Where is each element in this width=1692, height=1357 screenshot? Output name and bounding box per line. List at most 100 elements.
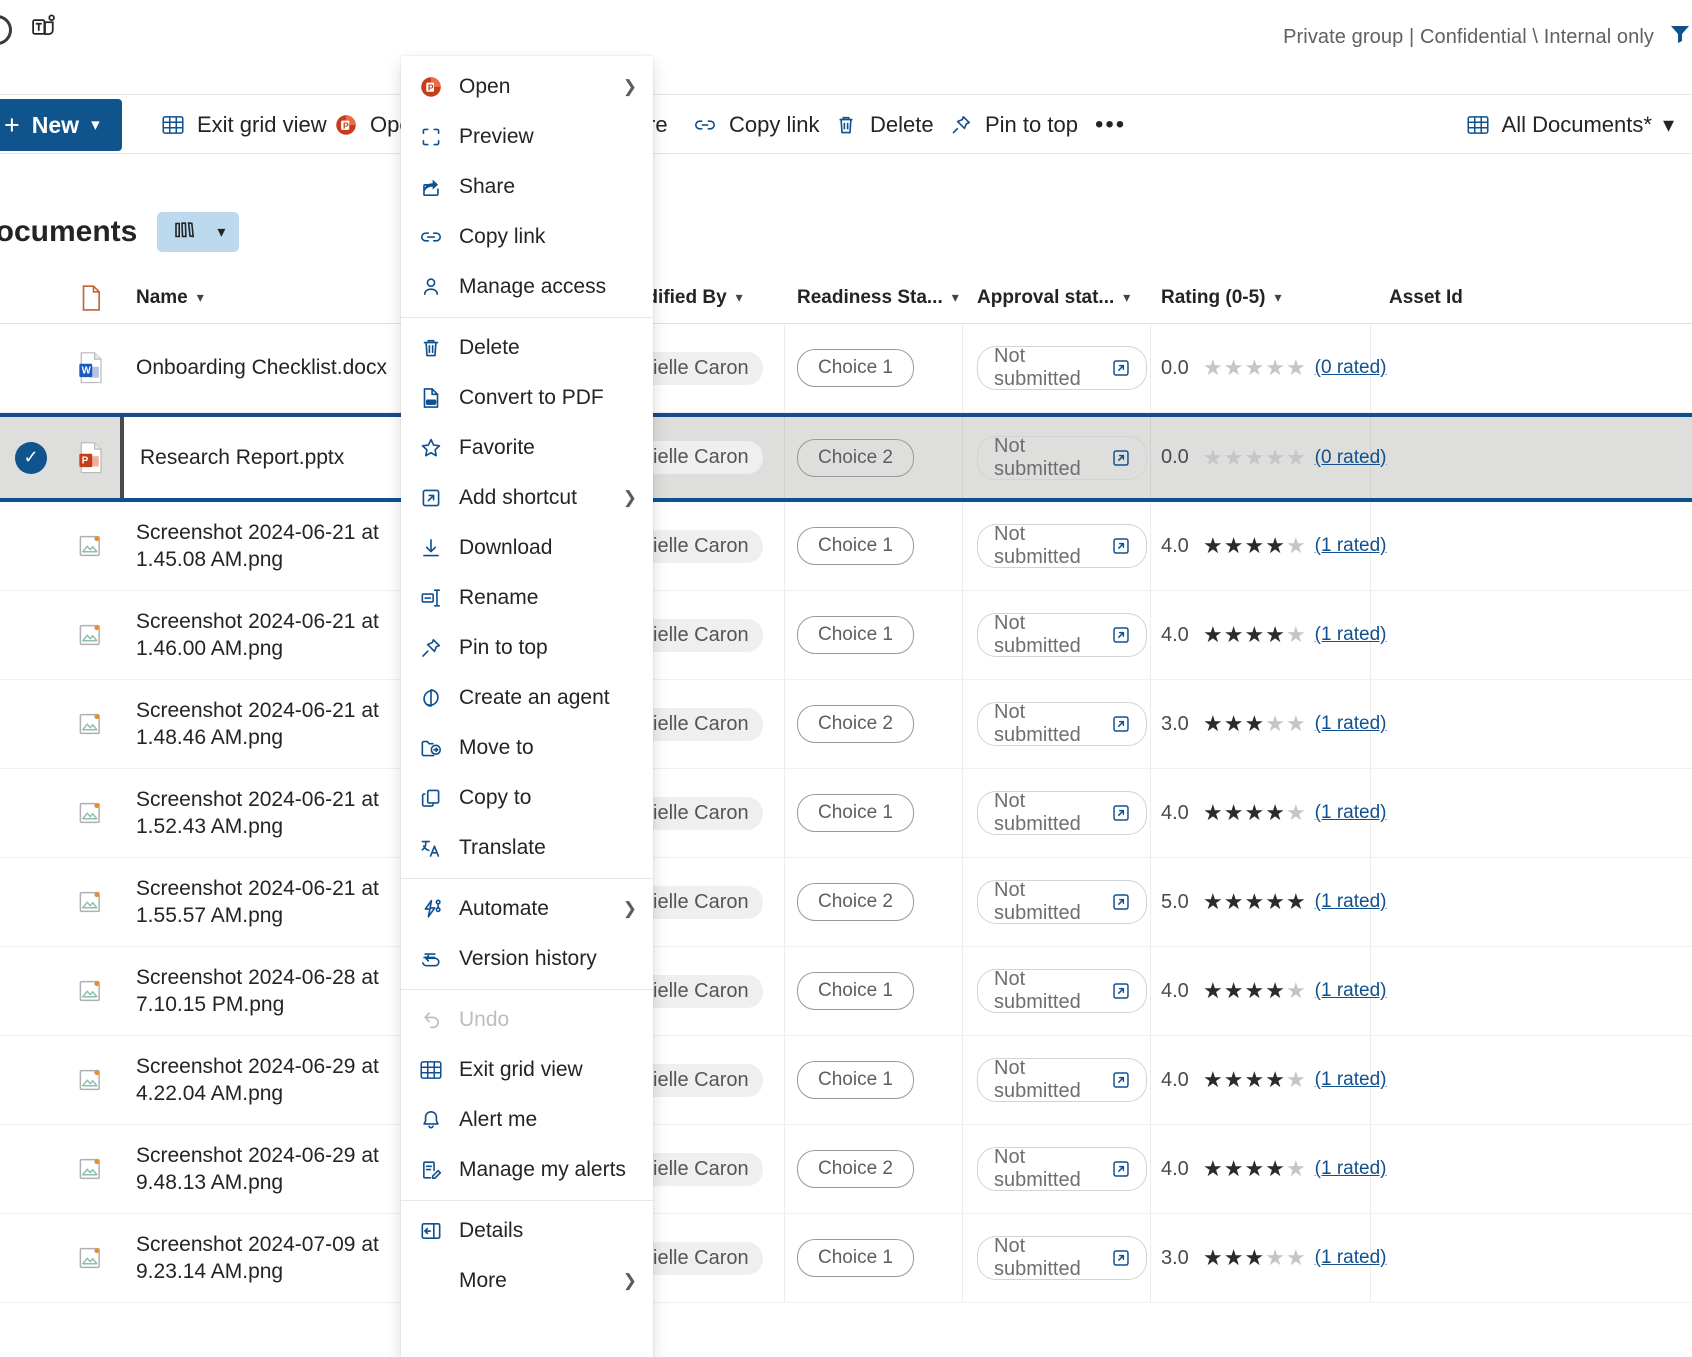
menu-item-preview[interactable]: Preview bbox=[401, 112, 653, 162]
table-row[interactable]: Screenshot 2024-06-29 at 4.22.04 AM.png2… bbox=[0, 1036, 1692, 1125]
table-row[interactable]: Screenshot 2024-07-09 at 9.23.14 AM.png2… bbox=[0, 1214, 1692, 1303]
star-rating-icon[interactable]: ★★★★★ bbox=[1203, 622, 1307, 648]
readiness-status-cell[interactable]: Choice 1 bbox=[785, 591, 963, 679]
pin-to-top-button[interactable]: Pin to top bbox=[948, 103, 1078, 147]
asset-id-cell[interactable] bbox=[1371, 769, 1671, 857]
approval-status-cell[interactable]: Not submitted bbox=[963, 417, 1151, 498]
teams-icon[interactable] bbox=[30, 12, 60, 47]
row-select-checkbox[interactable] bbox=[0, 680, 62, 768]
row-select-checkbox[interactable] bbox=[0, 1125, 62, 1213]
approval-status-cell[interactable]: Not submitted bbox=[963, 769, 1151, 857]
menu-item-pin-to-top[interactable]: Pin to top bbox=[401, 623, 653, 673]
row-select-checkbox[interactable] bbox=[0, 947, 62, 1035]
menu-item-add-shortcut[interactable]: Add shortcut ❯ bbox=[401, 473, 653, 523]
approval-status-cell[interactable]: Not submitted bbox=[963, 502, 1151, 590]
star-rating-icon[interactable]: ★★★★★ bbox=[1203, 355, 1307, 381]
row-select-checkbox[interactable] bbox=[0, 324, 62, 412]
menu-item-version-history[interactable]: Version history bbox=[401, 934, 653, 984]
approval-status-cell[interactable]: Not submitted bbox=[963, 1214, 1151, 1302]
row-select-checkbox[interactable] bbox=[0, 591, 62, 679]
asset-id-cell[interactable] bbox=[1371, 324, 1671, 412]
readiness-status-cell[interactable]: Choice 1 bbox=[785, 1214, 963, 1302]
menu-item-details[interactable]: Details bbox=[401, 1206, 653, 1256]
approval-status-cell[interactable]: Not submitted bbox=[963, 324, 1151, 412]
approval-status-cell[interactable]: Not submitted bbox=[963, 591, 1151, 679]
star-rating-icon[interactable]: ★★★★★ bbox=[1203, 533, 1307, 559]
open-external-icon[interactable] bbox=[1110, 1069, 1132, 1091]
open-external-icon[interactable] bbox=[1110, 1247, 1132, 1269]
open-external-icon[interactable] bbox=[1110, 802, 1132, 824]
star-rating-icon[interactable]: ★★★★★ bbox=[1203, 1067, 1307, 1093]
readiness-status-cell[interactable]: Choice 1 bbox=[785, 947, 963, 1035]
asset-id-cell[interactable] bbox=[1371, 502, 1671, 590]
table-row[interactable]: Screenshot 2024-06-21 at 1.52.43 AM.png2… bbox=[0, 769, 1692, 858]
column-header-readiness[interactable]: Readiness Sta... ▾ bbox=[785, 287, 963, 309]
open-external-icon[interactable] bbox=[1110, 447, 1132, 469]
menu-item-create-an-agent[interactable]: Create an agent bbox=[401, 673, 653, 723]
menu-item-translate[interactable]: Translate bbox=[401, 823, 653, 873]
file-name-cell[interactable]: Screenshot 2024-06-29 at 9.48.13 AM.png bbox=[120, 1125, 430, 1213]
rating-cell[interactable]: 0.0 ★★★★★ (0 rated) bbox=[1151, 417, 1386, 498]
file-name-cell[interactable]: Screenshot 2024-06-21 at 1.46.00 AM.png bbox=[120, 591, 430, 679]
app-launcher-icon[interactable] bbox=[0, 14, 12, 45]
asset-id-cell[interactable] bbox=[1371, 1214, 1671, 1302]
approval-status-cell[interactable]: Not submitted bbox=[963, 947, 1151, 1035]
file-name-cell[interactable]: Screenshot 2024-06-21 at 1.48.46 AM.png bbox=[120, 680, 430, 768]
menu-item-exit-grid-view[interactable]: Exit grid view bbox=[401, 1045, 653, 1095]
approval-status-cell[interactable]: Not submitted bbox=[963, 1125, 1151, 1213]
rating-cell[interactable]: 4.0 ★★★★★ (1 rated) bbox=[1151, 591, 1386, 679]
new-button[interactable]: + New ▾ bbox=[0, 99, 122, 151]
delete-button[interactable]: Delete bbox=[833, 103, 934, 147]
rating-cell[interactable]: 3.0 ★★★★★ (1 rated) bbox=[1151, 680, 1386, 768]
row-select-checkbox[interactable] bbox=[0, 502, 62, 590]
file-name-cell[interactable]: Screenshot 2024-06-29 at 4.22.04 AM.png bbox=[120, 1036, 430, 1124]
star-rating-icon[interactable]: ★★★★★ bbox=[1203, 445, 1307, 471]
rating-cell[interactable]: 0.0 ★★★★★ (0 rated) bbox=[1151, 324, 1386, 412]
menu-item-favorite[interactable]: Favorite bbox=[401, 423, 653, 473]
file-name-cell[interactable]: Screenshot 2024-06-21 at 1.45.08 AM.png bbox=[120, 502, 430, 590]
asset-id-cell[interactable] bbox=[1371, 1036, 1671, 1124]
rating-cell[interactable]: 4.0 ★★★★★ (1 rated) bbox=[1151, 769, 1386, 857]
readiness-status-cell[interactable]: Choice 1 bbox=[785, 324, 963, 412]
star-rating-icon[interactable]: ★★★★★ bbox=[1203, 978, 1307, 1004]
open-external-icon[interactable] bbox=[1110, 891, 1132, 913]
open-external-icon[interactable] bbox=[1110, 1158, 1132, 1180]
star-rating-icon[interactable]: ★★★★★ bbox=[1203, 711, 1307, 737]
asset-id-cell[interactable] bbox=[1371, 591, 1671, 679]
view-switcher-button[interactable]: All Documents* ▾ bbox=[1465, 103, 1674, 147]
readiness-status-cell[interactable]: Choice 2 bbox=[785, 417, 963, 498]
table-row[interactable]: Screenshot 2024-06-21 at 1.46.00 AM.png2… bbox=[0, 591, 1692, 680]
rating-cell[interactable]: 4.0 ★★★★★ (1 rated) bbox=[1151, 502, 1386, 590]
readiness-status-cell[interactable]: Choice 1 bbox=[785, 1036, 963, 1124]
approval-status-cell[interactable]: Not submitted bbox=[963, 1036, 1151, 1124]
filter-icon[interactable] bbox=[1668, 22, 1692, 52]
menu-item-open[interactable]: P Open ❯ bbox=[401, 62, 653, 112]
row-select-checkbox[interactable] bbox=[0, 769, 62, 857]
open-external-icon[interactable] bbox=[1110, 535, 1132, 557]
table-row[interactable]: Screenshot 2024-06-21 at 1.48.46 AM.png2… bbox=[0, 680, 1692, 769]
asset-id-cell[interactable] bbox=[1371, 1125, 1671, 1213]
table-row[interactable]: WOnboarding Checklist.docxe agoArielle C… bbox=[0, 324, 1692, 413]
rating-cell[interactable]: 4.0 ★★★★★ (1 rated) bbox=[1151, 1125, 1386, 1213]
readiness-status-cell[interactable]: Choice 1 bbox=[785, 769, 963, 857]
menu-item-rename[interactable]: Rename bbox=[401, 573, 653, 623]
file-name-cell[interactable]: Onboarding Checklist.docx bbox=[120, 324, 430, 412]
file-name-cell[interactable]: Screenshot 2024-06-28 at 7.10.15 PM.png bbox=[120, 947, 430, 1035]
menu-item-copy-to[interactable]: Copy to bbox=[401, 773, 653, 823]
table-row[interactable]: Screenshot 2024-06-21 at 1.55.57 AM.png2… bbox=[0, 858, 1692, 947]
column-header-asset-id[interactable]: Asset Id bbox=[1371, 287, 1671, 309]
star-rating-icon[interactable]: ★★★★★ bbox=[1203, 889, 1307, 915]
open-external-icon[interactable] bbox=[1110, 624, 1132, 646]
copy-link-button[interactable]: Copy link bbox=[692, 103, 819, 147]
menu-item-copy-link[interactable]: Copy link bbox=[401, 212, 653, 262]
column-header-rating[interactable]: Rating (0-5) ▾ bbox=[1151, 287, 1371, 309]
table-row[interactable]: ✓PResearch Report.pptxe agoArielle Caron… bbox=[0, 413, 1692, 502]
menu-item-automate[interactable]: Automate ❯ bbox=[401, 884, 653, 934]
column-header-name[interactable]: Name ▾ bbox=[120, 287, 430, 309]
open-external-icon[interactable] bbox=[1110, 713, 1132, 735]
star-rating-icon[interactable]: ★★★★★ bbox=[1203, 1245, 1307, 1271]
file-name-cell[interactable]: Screenshot 2024-07-09 at 9.23.14 AM.png bbox=[120, 1214, 430, 1302]
readiness-status-cell[interactable]: Choice 2 bbox=[785, 1125, 963, 1213]
row-select-checkbox[interactable]: ✓ bbox=[0, 417, 62, 498]
file-name-cell[interactable]: Research Report.pptx bbox=[120, 417, 430, 498]
